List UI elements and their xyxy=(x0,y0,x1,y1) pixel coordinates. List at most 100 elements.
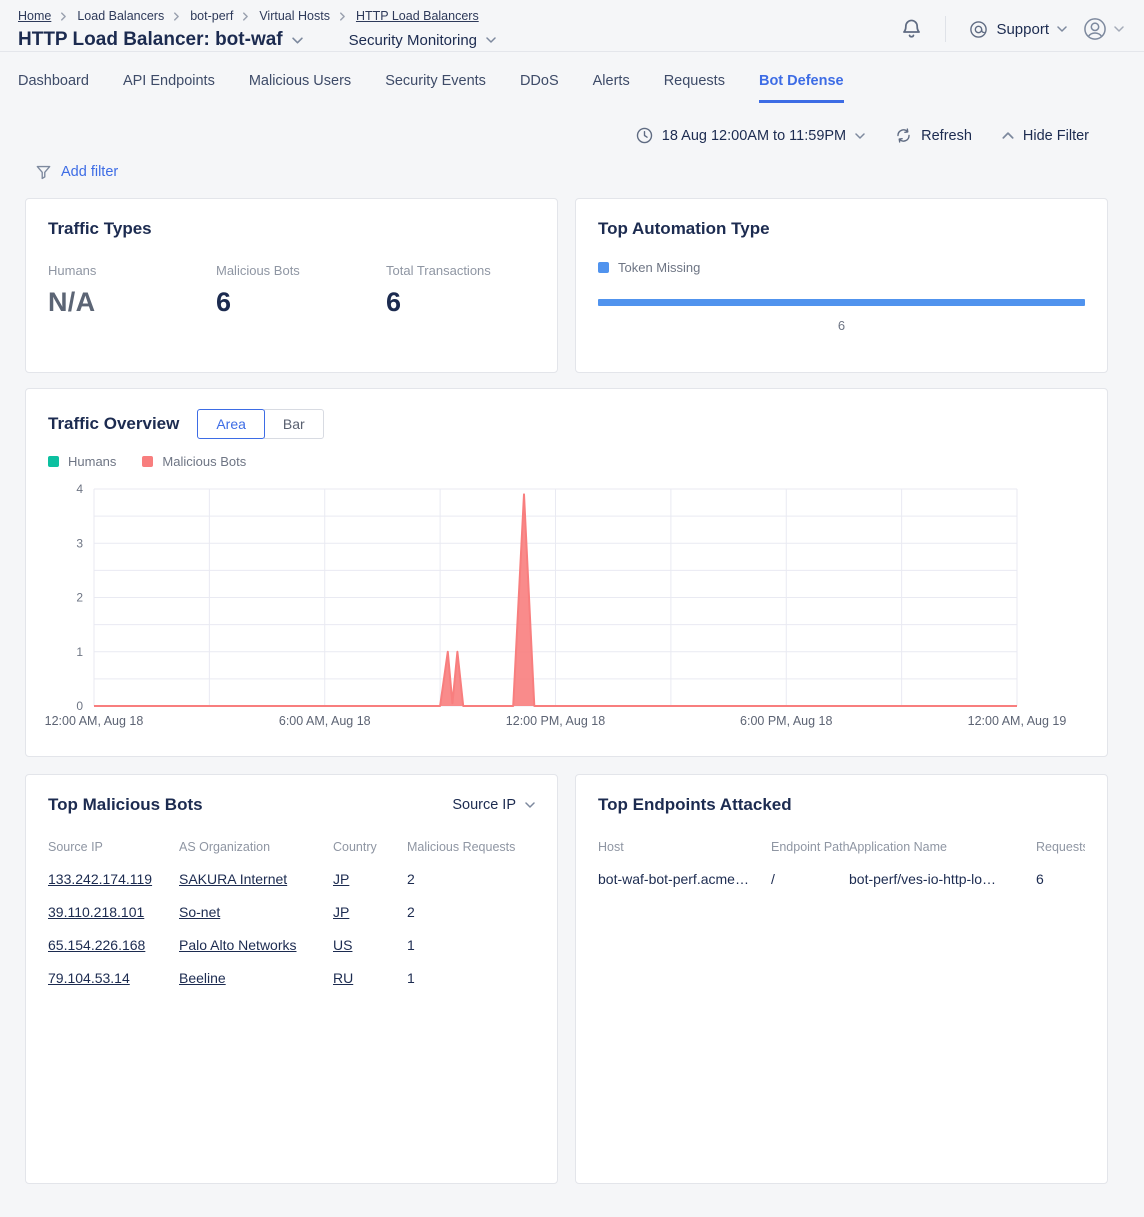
breadcrumb-item-bot-perf: bot-perf xyxy=(190,9,233,23)
col-endpoint-path: Endpoint Path xyxy=(771,840,849,854)
cell-country[interactable]: RU xyxy=(333,970,407,986)
bot-row: 133.242.174.119SAKURA InternetJP2 xyxy=(48,871,535,887)
account-menu[interactable] xyxy=(1082,16,1124,42)
token-missing-swatch xyxy=(598,262,609,273)
legend-humans: Humans xyxy=(48,454,116,469)
breadcrumb-item-http-load-balancers[interactable]: HTTP Load Balancers xyxy=(356,9,479,23)
breadcrumb-separator-icon xyxy=(242,12,250,21)
col-country: Country xyxy=(333,840,407,854)
top-malicious-bots-title: Top Malicious Bots xyxy=(48,795,203,815)
traffic-types-title: Traffic Types xyxy=(48,219,535,239)
breadcrumb-separator-icon xyxy=(60,12,68,21)
page-title-group: HTTP Load Balancer: bot-waf xyxy=(18,29,303,51)
automation-bar-value: 6 xyxy=(598,318,1085,333)
add-filter-label: Add filter xyxy=(61,164,118,180)
tab-alerts[interactable]: Alerts xyxy=(593,73,630,103)
nav-context-label: Security Monitoring xyxy=(349,32,477,49)
cell-as-organization[interactable]: So-net xyxy=(179,904,333,920)
cell-as-organization[interactable]: SAKURA Internet xyxy=(179,871,333,887)
funnel-icon xyxy=(35,164,52,181)
chart-mode-toggle: AreaBar xyxy=(197,409,323,439)
cell-endpoint-path: / xyxy=(771,871,849,887)
cell-as-organization[interactable]: Beeline xyxy=(179,970,333,986)
chevron-down-icon xyxy=(1114,26,1124,32)
tab-malicious-users[interactable]: Malicious Users xyxy=(249,73,351,103)
hide-filter-button[interactable]: Hide Filter xyxy=(1002,128,1089,144)
col-as-organization: AS Organization xyxy=(179,840,333,854)
stat-label: Malicious Bots xyxy=(216,263,386,278)
cell-source-ip[interactable]: 39.110.218.101 xyxy=(48,904,179,920)
chevron-down-icon xyxy=(855,133,865,139)
cell-malicious-requests: 2 xyxy=(407,904,535,920)
stat-value: N/A xyxy=(48,287,216,318)
cell-source-ip[interactable]: 133.242.174.119 xyxy=(48,871,179,887)
tab-ddos[interactable]: DDoS xyxy=(520,73,559,103)
cell-country[interactable]: JP xyxy=(333,904,407,920)
col-malicious-requests: Malicious Requests xyxy=(407,840,535,854)
title-chevron-down-icon[interactable] xyxy=(292,37,303,44)
cell-country[interactable]: US xyxy=(333,937,407,953)
page-title: HTTP Load Balancer: bot-waf xyxy=(18,29,283,51)
chart-mode-bar-button[interactable]: Bar xyxy=(264,409,324,439)
legend-swatch xyxy=(142,456,153,467)
breadcrumb-item-home[interactable]: Home xyxy=(18,9,51,23)
tab-api-endpoints[interactable]: API Endpoints xyxy=(123,73,215,103)
group-by-select[interactable]: Source IP xyxy=(452,797,535,813)
breadcrumb-item-load-balancers: Load Balancers xyxy=(77,9,164,23)
cell-malicious-requests: 2 xyxy=(407,871,535,887)
nav-context-selector[interactable]: Security Monitoring xyxy=(349,32,496,49)
chevron-down-icon xyxy=(525,802,535,808)
chevron-down-icon xyxy=(1057,26,1067,32)
stat-total-transactions: Total Transactions 6 xyxy=(386,263,491,318)
support-icon xyxy=(969,20,988,39)
cell-source-ip[interactable]: 65.154.226.168 xyxy=(48,937,179,953)
cell-as-organization[interactable]: Palo Alto Networks xyxy=(179,937,333,953)
tab-requests[interactable]: Requests xyxy=(664,73,725,103)
legend-swatch xyxy=(48,456,59,467)
refresh-button[interactable]: Refresh xyxy=(895,127,972,144)
breadcrumb-separator-icon xyxy=(173,12,181,21)
stat-value: 6 xyxy=(386,287,491,318)
automation-legend: Token Missing xyxy=(598,260,1085,275)
top-automation-card: Top Automation Type Token Missing 6 xyxy=(575,198,1108,373)
col-host: Host xyxy=(598,840,771,854)
notifications-bell-icon[interactable] xyxy=(901,18,922,41)
tab-bot-defense[interactable]: Bot Defense xyxy=(759,73,844,103)
breadcrumb-separator-icon xyxy=(339,12,347,21)
chevron-down-icon xyxy=(486,37,496,43)
account-icon xyxy=(1082,16,1108,42)
svg-text:6:00 AM, Aug 18: 6:00 AM, Aug 18 xyxy=(279,714,371,728)
support-menu[interactable]: Support xyxy=(969,20,1067,39)
cell-malicious-requests: 1 xyxy=(407,937,535,953)
cell-malicious-requests: 1 xyxy=(407,970,535,986)
svg-text:12:00 PM, Aug 18: 12:00 PM, Aug 18 xyxy=(506,714,605,728)
header-divider xyxy=(945,16,946,42)
traffic-overview-legend: HumansMalicious Bots xyxy=(48,454,1085,469)
top-endpoints-card: Top Endpoints Attacked HostEndpoint Path… xyxy=(575,774,1108,1184)
bot-row: 79.104.53.14BeelineRU1 xyxy=(48,970,535,986)
traffic-overview-title: Traffic Overview xyxy=(48,414,179,434)
traffic-types-card: Traffic Types HumansN/AMalicious Bots6To… xyxy=(25,198,558,373)
chart-mode-area-button[interactable]: Area xyxy=(197,409,265,439)
tab-security-events[interactable]: Security Events xyxy=(385,73,486,103)
traffic-overview-chart: 0123412:00 AM, Aug 186:00 AM, Aug 1812:0… xyxy=(26,474,1107,746)
add-filter-button[interactable]: Add filter xyxy=(35,162,1144,182)
col-source-ip: Source IP xyxy=(48,840,179,854)
cell-source-ip[interactable]: 79.104.53.14 xyxy=(48,970,179,986)
stat-label: Humans xyxy=(48,263,216,278)
tab-dashboard[interactable]: Dashboard xyxy=(18,73,89,103)
endpoints-table-body: bot-waf-bot-perf.acme…/bot-perf/ves-io-h… xyxy=(598,871,1085,887)
date-range-label: 18 Aug 12:00AM to 11:59PM xyxy=(662,128,846,144)
traffic-overview-card: Traffic Overview AreaBar HumansMalicious… xyxy=(25,388,1108,757)
hide-filter-label: Hide Filter xyxy=(1023,128,1089,144)
cell-host: bot-waf-bot-perf.acme… xyxy=(598,871,771,887)
cell-country[interactable]: JP xyxy=(333,871,407,887)
bots-table-body: 133.242.174.119SAKURA InternetJP239.110.… xyxy=(48,871,535,986)
date-range-picker[interactable]: 18 Aug 12:00AM to 11:59PM xyxy=(636,127,865,144)
svg-text:3: 3 xyxy=(76,536,83,550)
top-automation-title: Top Automation Type xyxy=(598,219,1085,239)
automation-bar[interactable] xyxy=(598,299,1085,306)
traffic-types-stats: HumansN/AMalicious Bots6Total Transactio… xyxy=(48,263,535,318)
stat-label: Total Transactions xyxy=(386,263,491,278)
stat-humans: Humans N/A xyxy=(48,263,216,318)
